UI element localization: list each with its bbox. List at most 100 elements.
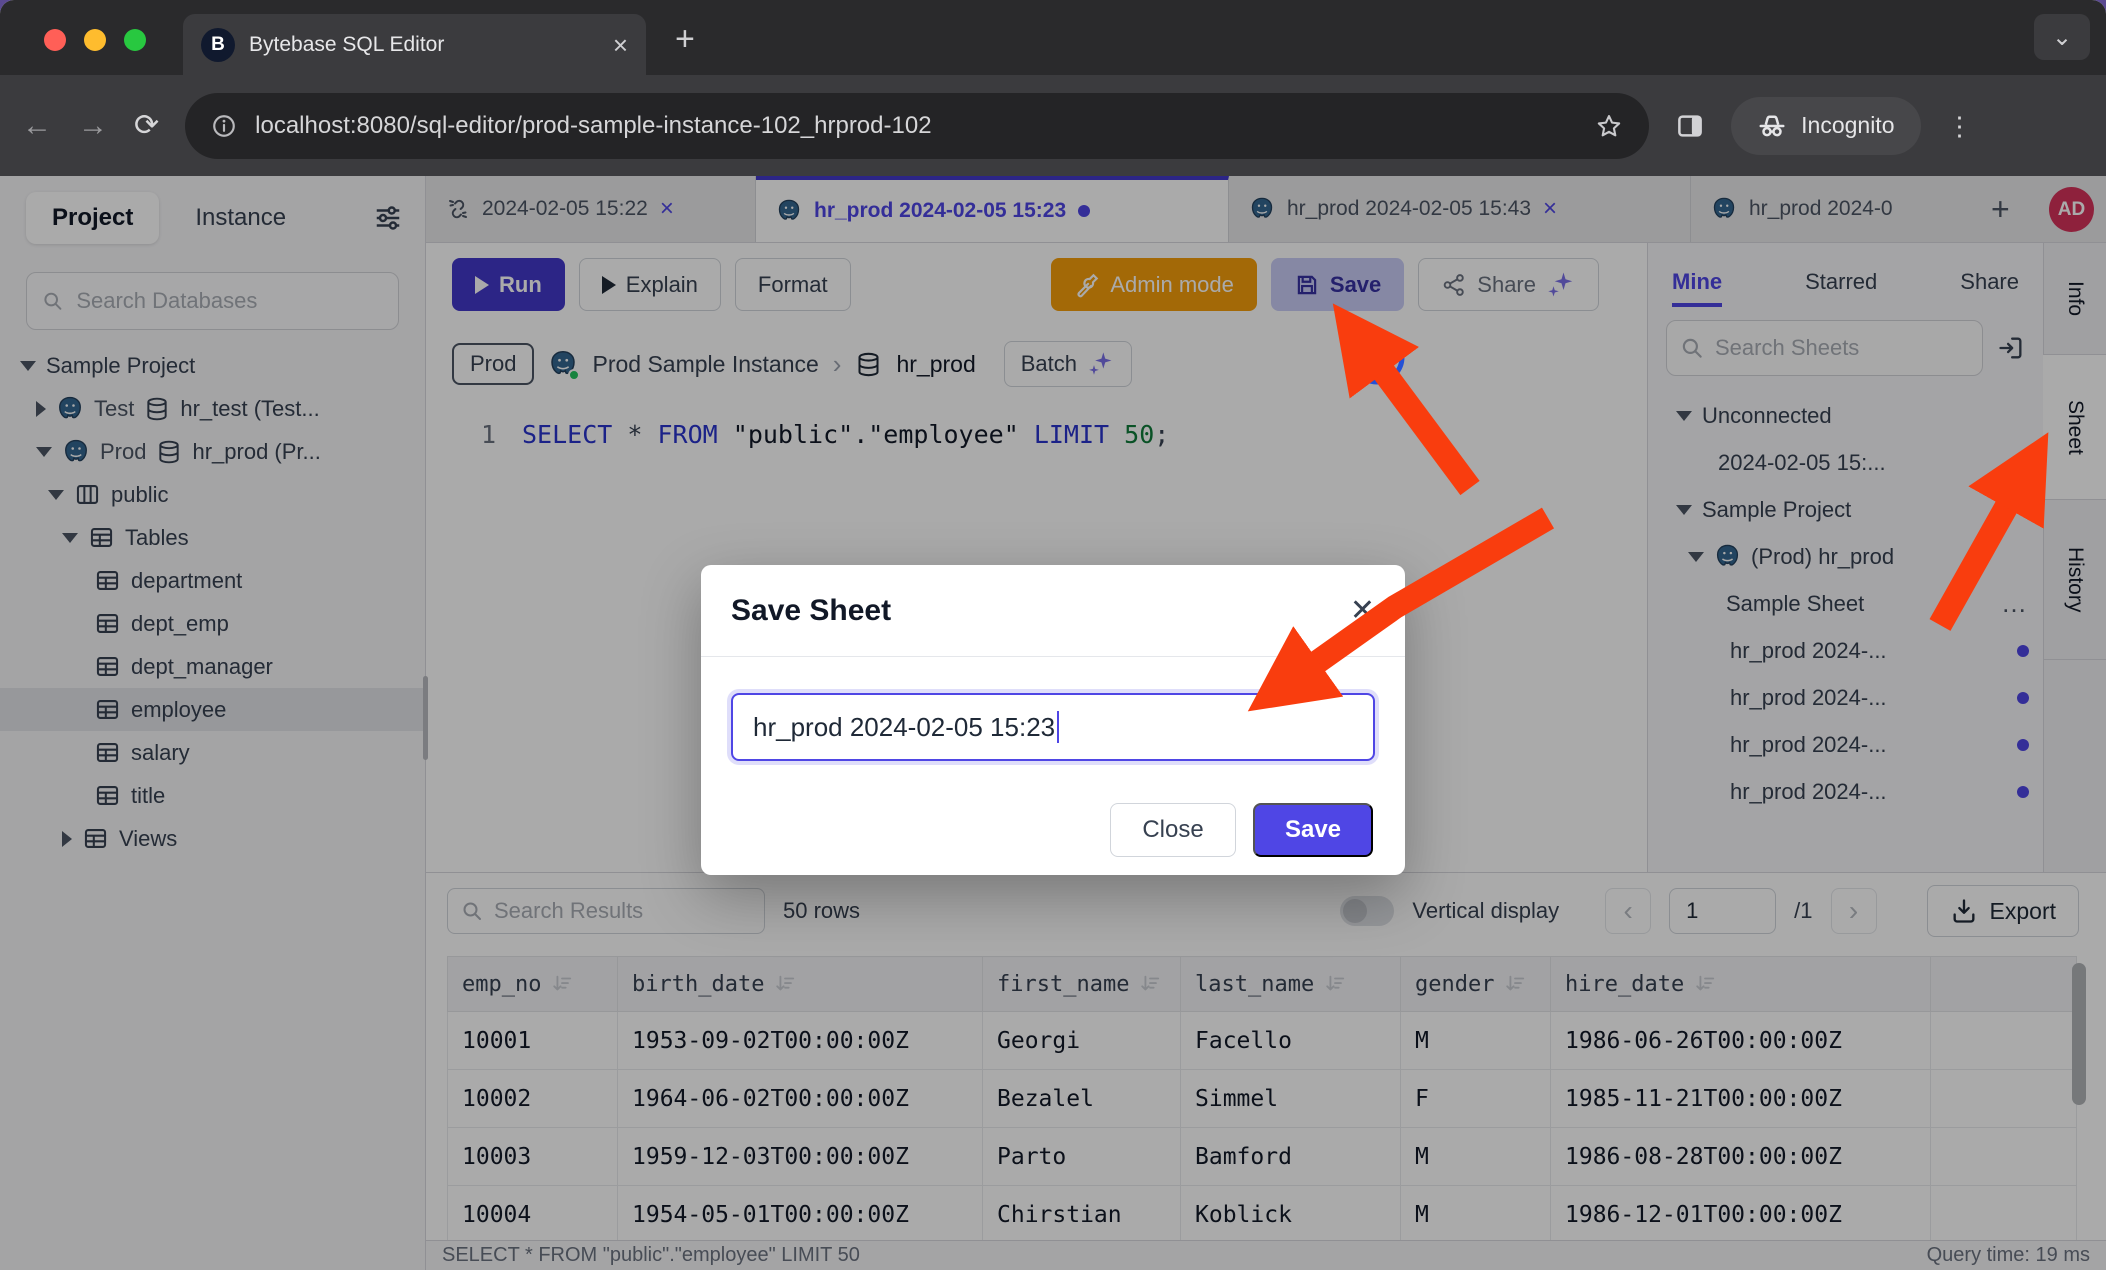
sheet-search-input[interactable]: [1715, 335, 1970, 361]
tree-item-tables-group[interactable]: Tables: [0, 516, 425, 559]
export-button[interactable]: Export: [1927, 885, 2079, 937]
format-button[interactable]: Format: [735, 258, 851, 311]
back-icon[interactable]: ←: [22, 111, 52, 141]
table-row[interactable]: 10004 1954-05-01T00:00:00Z Chirstian Kob…: [448, 1186, 2077, 1241]
editor-tab-3[interactable]: hr_prod 2024-02-05 15:43 ×: [1229, 176, 1691, 242]
ai-sparkles-icon[interactable]: [1546, 270, 1576, 300]
caret-down-icon[interactable]: [20, 361, 36, 371]
editor-tab-4[interactable]: hr_prod 2024-0: [1691, 176, 1977, 242]
caret-down-icon[interactable]: [36, 447, 52, 457]
caret-down-icon[interactable]: [1676, 505, 1692, 515]
cell[interactable]: 1959-12-03T00:00:00Z: [618, 1128, 983, 1186]
browser-menu-kebab-icon[interactable]: ⋮: [1947, 113, 1973, 139]
vertical-display-toggle[interactable]: [1340, 896, 1394, 926]
window-controls[interactable]: [44, 29, 146, 51]
cell[interactable]: M: [1401, 1186, 1551, 1241]
sort-icon[interactable]: [1694, 973, 1716, 995]
cell[interactable]: 1954-05-01T00:00:00Z: [618, 1186, 983, 1241]
sort-icon[interactable]: [1504, 973, 1526, 995]
forward-icon[interactable]: →: [78, 111, 108, 141]
run-button[interactable]: Run: [452, 258, 565, 311]
tab-instance[interactable]: Instance: [169, 192, 312, 244]
sheet-search[interactable]: [1666, 320, 1983, 376]
tab-project[interactable]: Project: [26, 192, 159, 244]
batch-button[interactable]: Batch: [1004, 341, 1132, 387]
tab-history[interactable]: History: [2044, 500, 2106, 660]
column-header[interactable]: gender: [1401, 957, 1551, 1012]
sheet-item[interactable]: hr_prod 2024-...: [1648, 768, 2043, 815]
sort-icon[interactable]: [1324, 973, 1346, 995]
cell[interactable]: Parto: [983, 1128, 1181, 1186]
tree-item-project[interactable]: Sample Project: [0, 344, 425, 387]
reload-icon[interactable]: ⟳: [134, 111, 159, 141]
caret-down-icon[interactable]: [1676, 411, 1692, 421]
explain-button[interactable]: Explain: [579, 258, 721, 311]
tree-item-table-dept-emp[interactable]: dept_emp: [0, 602, 425, 645]
sheet-group-database[interactable]: (Prod) hr_prod: [1648, 533, 2043, 580]
sql-code-line[interactable]: 1 SELECT * FROM "public"."employee" LIMI…: [426, 420, 1169, 449]
new-tab-button[interactable]: +: [675, 22, 695, 56]
share-button[interactable]: Share: [1418, 258, 1599, 311]
tab-search-chevron-icon[interactable]: ⌄: [2034, 14, 2090, 60]
sort-icon[interactable]: [774, 973, 796, 995]
new-sheet-tab-button[interactable]: +: [1991, 191, 2010, 228]
instance-name[interactable]: Prod Sample Instance: [592, 351, 818, 378]
cell[interactable]: 10002: [448, 1070, 618, 1128]
database-search-input[interactable]: [76, 288, 384, 314]
column-header[interactable]: last_name: [1181, 957, 1401, 1012]
editor-tab-2-active[interactable]: hr_prod 2024-02-05 15:23: [756, 176, 1229, 242]
tab-share[interactable]: Share: [1960, 269, 2019, 295]
table-scrollbar[interactable]: [2072, 963, 2086, 1105]
table-row[interactable]: 10001 1953-09-02T00:00:00Z Georgi Facell…: [448, 1012, 2077, 1070]
cell[interactable]: 10004: [448, 1186, 618, 1241]
url-bar[interactable]: localhost:8080/sql-editor/prod-sample-in…: [185, 93, 1649, 159]
cell[interactable]: Facello: [1181, 1012, 1401, 1070]
dialog-save-button[interactable]: Save: [1253, 803, 1373, 857]
editor-tab-1[interactable]: 2024-02-05 15:22 ×: [426, 176, 756, 242]
tree-item-test-db[interactable]: Test hr_test (Test...: [0, 387, 425, 430]
cell[interactable]: 1986-06-26T00:00:00Z: [1551, 1012, 1931, 1070]
database-name[interactable]: hr_prod: [896, 351, 975, 378]
sheet-item[interactable]: hr_prod 2024-...: [1648, 674, 2043, 721]
column-header[interactable]: birth_date: [618, 957, 983, 1012]
cell[interactable]: 1964-06-02T00:00:00Z: [618, 1070, 983, 1128]
close-window-button[interactable]: [44, 29, 66, 51]
sheet-item[interactable]: 2024-02-05 15:...: [1648, 439, 2043, 486]
tab-sheet-active[interactable]: Sheet: [2043, 355, 2106, 500]
cell[interactable]: 10003: [448, 1128, 618, 1186]
database-search[interactable]: [26, 272, 399, 330]
save-button[interactable]: Save: [1271, 258, 1404, 311]
tree-item-schema-public[interactable]: public: [0, 473, 425, 516]
caret-right-icon[interactable]: [62, 831, 72, 847]
column-header[interactable]: emp_no: [448, 957, 618, 1012]
more-ellipsis-icon[interactable]: …: [2001, 588, 2029, 619]
cell[interactable]: 1986-08-28T00:00:00Z: [1551, 1128, 1931, 1186]
close-tab-icon[interactable]: ×: [613, 32, 628, 58]
tab-mine[interactable]: Mine: [1672, 269, 1722, 307]
page-number-input[interactable]: [1669, 888, 1776, 934]
url-text[interactable]: localhost:8080/sql-editor/prod-sample-in…: [255, 112, 1577, 140]
browser-tab[interactable]: B Bytebase SQL Editor ×: [183, 14, 646, 75]
cell[interactable]: M: [1401, 1012, 1551, 1070]
sidebar-resize-handle[interactable]: [423, 676, 428, 760]
user-avatar[interactable]: AD: [2049, 187, 2094, 232]
tree-item-views-group[interactable]: Views: [0, 817, 425, 860]
results-search-input[interactable]: [494, 898, 752, 924]
collapse-panel-icon[interactable]: [1997, 334, 2025, 362]
maximize-window-button[interactable]: [124, 29, 146, 51]
side-panel-icon[interactable]: [1675, 111, 1705, 141]
prev-page-button[interactable]: ‹: [1605, 888, 1651, 934]
cell[interactable]: 10001: [448, 1012, 618, 1070]
environment-chip[interactable]: Prod: [452, 343, 534, 385]
caret-down-icon[interactable]: [62, 533, 78, 543]
filter-sliders-icon[interactable]: [373, 203, 403, 233]
sheet-name-input[interactable]: hr_prod 2024-02-05 15:23: [731, 693, 1375, 761]
tab-info[interactable]: Info: [2044, 243, 2106, 355]
caret-right-icon[interactable]: [36, 401, 46, 417]
minimize-window-button[interactable]: [84, 29, 106, 51]
tree-item-table-department[interactable]: department: [0, 559, 425, 602]
cell[interactable]: 1986-12-01T00:00:00Z: [1551, 1186, 1931, 1241]
cell[interactable]: F: [1401, 1070, 1551, 1128]
bookmark-star-icon[interactable]: [1595, 112, 1623, 140]
close-dialog-icon[interactable]: ✕: [1350, 593, 1375, 628]
